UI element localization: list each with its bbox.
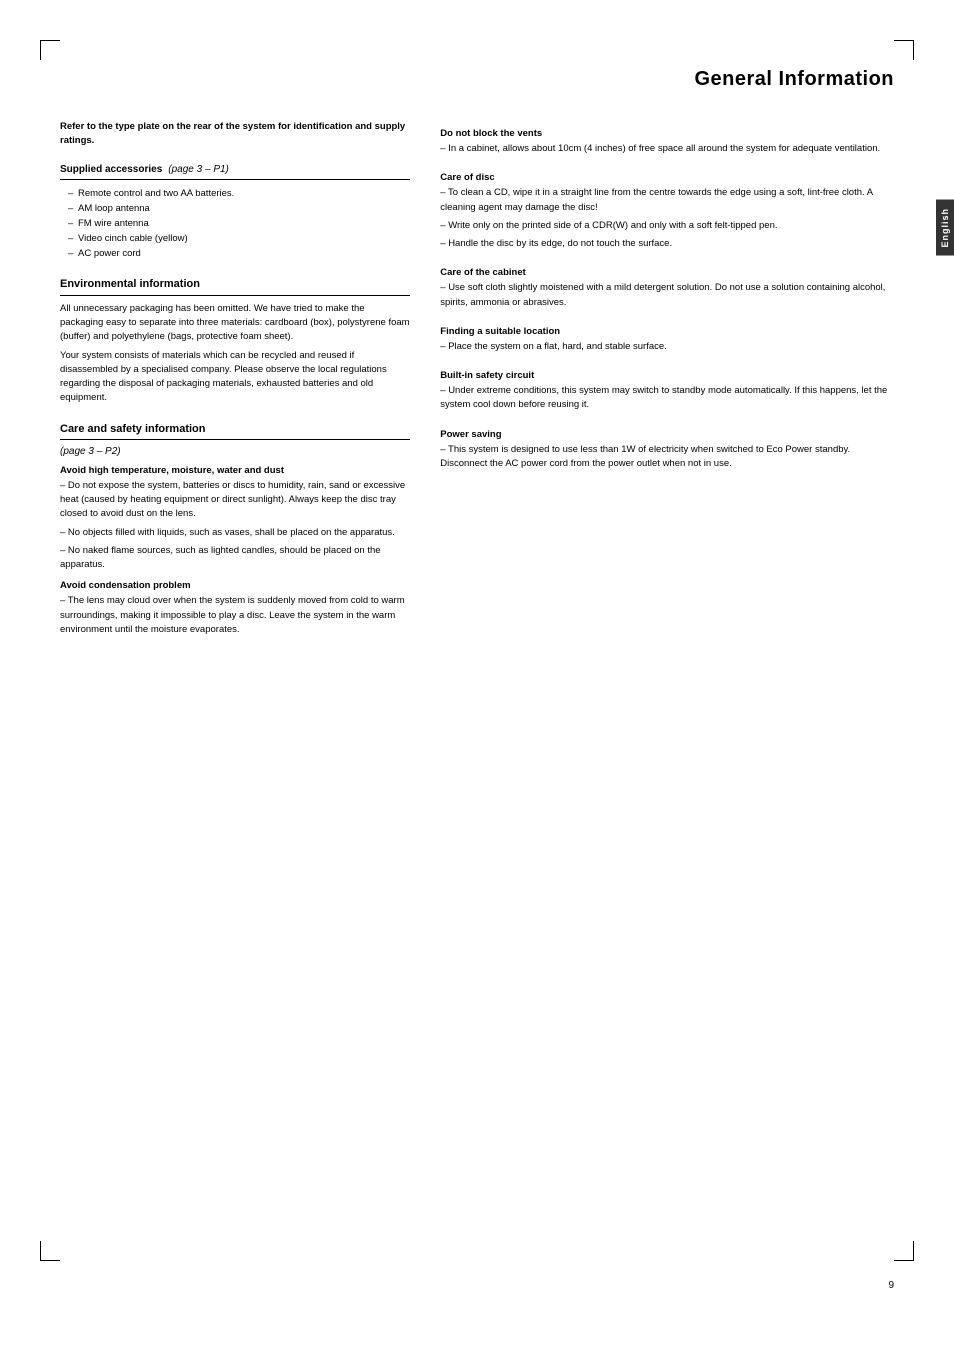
supplied-accessories-list: Remote control and two AA batteries. AM …: [60, 186, 410, 262]
care-of-cabinet-text: – Use soft cloth slightly moistened with…: [440, 281, 894, 310]
environmental-information-title: Environmental information: [60, 277, 410, 295]
builtin-safety-text: – Under extreme conditions, this system …: [440, 384, 894, 413]
care-of-disc-para-2: – Write only on the printed side of a CD…: [440, 219, 894, 233]
avoid-high-temp-para-1: – Do not expose the system, batteries or…: [60, 479, 410, 522]
list-item: AC power cord: [68, 246, 410, 261]
page-number: 9: [888, 1280, 894, 1291]
corner-mark-top-right: [894, 40, 914, 60]
builtin-safety-title: Built-in safety circuit: [440, 370, 894, 381]
list-item: Video cinch cable (yellow): [68, 231, 410, 246]
list-item: AM loop antenna: [68, 201, 410, 216]
power-saving-title: Power saving: [440, 429, 894, 440]
refer-text: Refer to the type plate on the rear of t…: [60, 120, 410, 149]
do-not-block-title: Do not block the vents: [440, 128, 894, 139]
care-of-cabinet-title: Care of the cabinet: [440, 267, 894, 278]
left-column: Refer to the type plate on the rear of t…: [60, 120, 410, 1261]
avoid-high-temp-para-2: – No objects filled with liquids, such a…: [60, 526, 410, 540]
environmental-para-1: All unnecessary packaging has been omitt…: [60, 302, 410, 345]
power-saving-text: – This system is designed to use less th…: [440, 443, 894, 472]
content-area: Refer to the type plate on the rear of t…: [60, 120, 894, 1261]
care-of-disc-para-3: – Handle the disc by its edge, do not to…: [440, 237, 894, 251]
page-title-area: General Information: [694, 68, 894, 91]
page-title: General Information: [694, 68, 894, 91]
do-not-block-text: – In a cabinet, allows about 10cm (4 inc…: [440, 142, 894, 156]
english-tab: English: [936, 200, 954, 256]
environmental-information-section: Environmental information All unnecessar…: [60, 277, 410, 405]
corner-mark-bottom-right: [894, 1241, 914, 1261]
avoid-high-temp-title: Avoid high temperature, moisture, water …: [60, 465, 410, 476]
avoid-condensation-para: – The lens may cloud over when the syste…: [60, 594, 410, 637]
list-item: FM wire antenna: [68, 216, 410, 231]
supplied-accessories-section: Supplied accessories (page 3 – P1) Remot…: [60, 163, 410, 262]
care-safety-subtitle: (page 3 – P2): [60, 446, 410, 457]
corner-mark-top-left: [40, 40, 60, 60]
care-of-disc-section: Care of disc – To clean a CD, wipe it in…: [440, 172, 894, 251]
builtin-safety-section: Built-in safety circuit – Under extreme …: [440, 370, 894, 413]
list-item: Remote control and two AA batteries.: [68, 186, 410, 201]
supplied-accessories-subtitle: (page 3 – P1): [168, 164, 229, 175]
care-safety-section: Care and safety information (page 3 – P2…: [60, 422, 410, 638]
finding-suitable-section: Finding a suitable location – Place the …: [440, 326, 894, 354]
care-safety-title: Care and safety information: [60, 422, 410, 440]
care-of-disc-para-1: – To clean a CD, wipe it in a straight l…: [440, 186, 894, 215]
finding-suitable-text: – Place the system on a flat, hard, and …: [440, 340, 894, 354]
supplied-accessories-title: Supplied accessories: [60, 163, 162, 177]
finding-suitable-title: Finding a suitable location: [440, 326, 894, 337]
corner-mark-bottom-left: [40, 1241, 60, 1261]
do-not-block-section: Do not block the vents – In a cabinet, a…: [440, 128, 894, 156]
care-of-cabinet-section: Care of the cabinet – Use soft cloth sli…: [440, 267, 894, 310]
power-saving-section: Power saving – This system is designed t…: [440, 429, 894, 472]
page-container: English General Information Refer to the…: [0, 0, 954, 1351]
avoid-high-temp-para-3: – No naked flame sources, such as lighte…: [60, 544, 410, 573]
environmental-para-2: Your system consists of materials which …: [60, 349, 410, 406]
care-of-disc-title: Care of disc: [440, 172, 894, 183]
avoid-condensation-title: Avoid condensation problem: [60, 580, 410, 591]
right-column: Do not block the vents – In a cabinet, a…: [440, 120, 894, 1261]
